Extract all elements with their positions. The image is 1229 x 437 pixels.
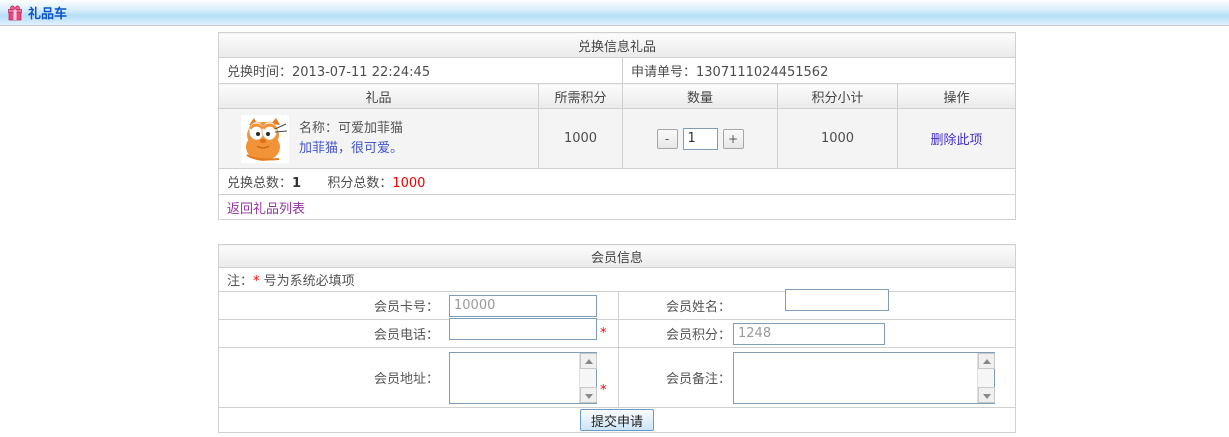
submit-application-button[interactable]: 提交申请 bbox=[580, 409, 654, 431]
col-header-quantity: 数量 bbox=[623, 84, 778, 109]
gift-points-cell: 1000 bbox=[539, 109, 623, 169]
delete-item-link[interactable]: 删除此项 bbox=[931, 133, 983, 148]
col-header-gift: 礼品 bbox=[219, 84, 539, 109]
member-name-input[interactable] bbox=[785, 289, 889, 311]
back-to-gift-list-link[interactable]: 返回礼品列表 bbox=[227, 202, 305, 217]
quantity-minus-button[interactable]: - bbox=[657, 129, 678, 149]
total-qty-value: 1 bbox=[292, 176, 301, 191]
member-address-textarea[interactable] bbox=[450, 353, 579, 403]
totals-row: 兑换总数：1 积分总数：1000 bbox=[219, 169, 1016, 195]
required-note: 注：* 号为系统必填项 bbox=[219, 268, 1016, 292]
member-info-title: 会员信息 bbox=[219, 245, 1016, 268]
note-prefix: 注： bbox=[227, 274, 253, 289]
member-remark-label: 会员备注： bbox=[619, 368, 731, 387]
quantity-plus-button[interactable]: + bbox=[723, 129, 744, 149]
exchange-table: 兑换信息礼品 兑换时间：2013-07-11 22:24:45 申请单号：130… bbox=[218, 32, 1016, 220]
order-no-value: 1307111024451562 bbox=[696, 65, 828, 80]
address-required-star: * bbox=[600, 383, 607, 398]
member-info-table: 会员信息 注：* 号为系统必填项 会员卡号： 会员姓名： 会员电 bbox=[218, 244, 1016, 433]
gift-cell: 名称：可爱加菲猫 加菲猫，很可爱。 bbox=[219, 115, 538, 163]
total-points-label: 积分总数： bbox=[327, 176, 392, 191]
member-card-input[interactable] bbox=[449, 295, 597, 317]
member-phone-input[interactable] bbox=[449, 318, 597, 340]
textarea-scrollbar[interactable] bbox=[579, 353, 596, 403]
gift-cart-icon bbox=[7, 5, 23, 21]
member-address-label: 会员地址： bbox=[219, 368, 439, 387]
cart-item-row: 名称：可爱加菲猫 加菲猫，很可爱。 1000 - + 1000 删除此项 bbox=[219, 109, 1016, 169]
scroll-up-icon[interactable] bbox=[580, 353, 597, 369]
phone-required-star: * bbox=[600, 326, 607, 341]
total-qty-label: 兑换总数： bbox=[227, 176, 292, 191]
gift-desc-link[interactable]: 加菲猫，很可爱。 bbox=[299, 141, 403, 156]
exchange-table-title: 兑换信息礼品 bbox=[219, 33, 1016, 58]
total-points-value: 1000 bbox=[392, 176, 425, 191]
page-title: 礼品车 bbox=[28, 3, 67, 22]
note-suffix: 号为系统必填项 bbox=[260, 274, 355, 289]
member-remark-textarea[interactable] bbox=[734, 353, 977, 403]
order-no-label: 申请单号： bbox=[631, 65, 696, 80]
top-bar: 礼品车 bbox=[0, 0, 1229, 26]
col-header-action: 操作 bbox=[898, 84, 1016, 109]
textarea-scrollbar[interactable] bbox=[977, 353, 994, 403]
member-address-textarea-frame bbox=[449, 352, 597, 404]
member-points-input[interactable] bbox=[733, 323, 885, 345]
scroll-down-icon[interactable] bbox=[580, 387, 597, 403]
scroll-down-icon[interactable] bbox=[978, 387, 995, 403]
gift-subtotal-cell: 1000 bbox=[778, 109, 898, 169]
order-no-cell: 申请单号：1307111024451562 bbox=[623, 58, 1016, 84]
member-points-label: 会员积分： bbox=[619, 324, 731, 343]
gift-name-value: 可爱加菲猫 bbox=[338, 121, 403, 136]
member-card-label: 会员卡号： bbox=[219, 296, 439, 315]
exchange-time-value: 2013-07-11 22:24:45 bbox=[292, 65, 430, 80]
col-header-subtotal: 积分小计 bbox=[778, 84, 898, 109]
scroll-up-icon[interactable] bbox=[978, 353, 995, 369]
garfield-product-image bbox=[241, 115, 289, 163]
col-header-points-required: 所需积分 bbox=[539, 84, 623, 109]
gift-name-line: 名称：可爱加菲猫 bbox=[299, 121, 403, 136]
exchange-time-label: 兑换时间： bbox=[227, 65, 292, 80]
member-phone-label: 会员电话： bbox=[219, 324, 439, 343]
quantity-input[interactable] bbox=[683, 128, 718, 150]
exchange-time-cell: 兑换时间：2013-07-11 22:24:45 bbox=[219, 58, 623, 84]
quantity-stepper: - + bbox=[657, 128, 744, 150]
member-name-label: 会员姓名： bbox=[619, 296, 731, 315]
member-remark-textarea-frame bbox=[733, 352, 995, 404]
gift-name-label: 名称： bbox=[299, 121, 338, 136]
